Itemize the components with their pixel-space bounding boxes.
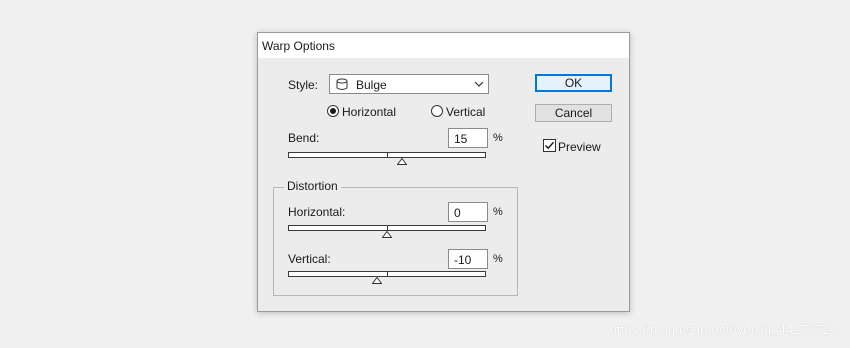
radio-horizontal-label[interactable]: Horizontal xyxy=(342,105,396,119)
dialog-title: Warp Options xyxy=(262,39,335,53)
bend-label: Bend: xyxy=(288,131,320,145)
distortion-vertical-unit: % xyxy=(493,253,503,265)
distortion-horizontal-label: Horizontal: xyxy=(288,205,346,219)
distortion-horizontal-input[interactable]: 0 xyxy=(448,202,488,222)
ok-button[interactable]: OK xyxy=(535,74,612,92)
distortion-vertical-input[interactable]: -10 xyxy=(448,249,488,269)
radio-horizontal[interactable] xyxy=(327,105,339,117)
title-bar[interactable]: Warp Options xyxy=(258,33,629,58)
warp-options-dialog: Warp Options Style: Bulge Horizontal Ver… xyxy=(257,32,630,312)
bend-slider-thumb[interactable] xyxy=(396,158,407,165)
radio-vertical[interactable] xyxy=(431,105,443,117)
bend-input[interactable]: 15 xyxy=(448,128,488,148)
style-dropdown[interactable]: Bulge xyxy=(329,74,489,94)
chevron-down-icon xyxy=(474,81,484,87)
distortion-vertical-slider-track[interactable] xyxy=(288,271,486,277)
distortion-vertical-label: Vertical: xyxy=(288,252,331,266)
cancel-button[interactable]: Cancel xyxy=(535,104,612,122)
distortion-vertical-value: -10 xyxy=(454,253,472,267)
style-value: Bulge xyxy=(356,78,387,92)
distortion-title: Distortion xyxy=(284,179,341,193)
distortion-horizontal-unit: % xyxy=(493,206,503,218)
distortion-vertical-slider-thumb[interactable] xyxy=(372,277,383,284)
watermark: https://blog.csdn.net/weixin_44173720 xyxy=(609,322,838,337)
bend-unit: % xyxy=(493,132,503,144)
style-label: Style: xyxy=(288,78,319,92)
distortion-horizontal-value: 0 xyxy=(454,206,461,220)
radio-vertical-label[interactable]: Vertical xyxy=(446,105,485,119)
distortion-horizontal-slider-thumb[interactable] xyxy=(382,231,392,238)
preview-checkbox[interactable] xyxy=(543,139,556,152)
bend-value: 15 xyxy=(454,132,468,146)
preview-label[interactable]: Preview xyxy=(558,140,601,154)
bend-slider-track[interactable] xyxy=(288,152,486,158)
bulge-icon xyxy=(336,78,348,90)
